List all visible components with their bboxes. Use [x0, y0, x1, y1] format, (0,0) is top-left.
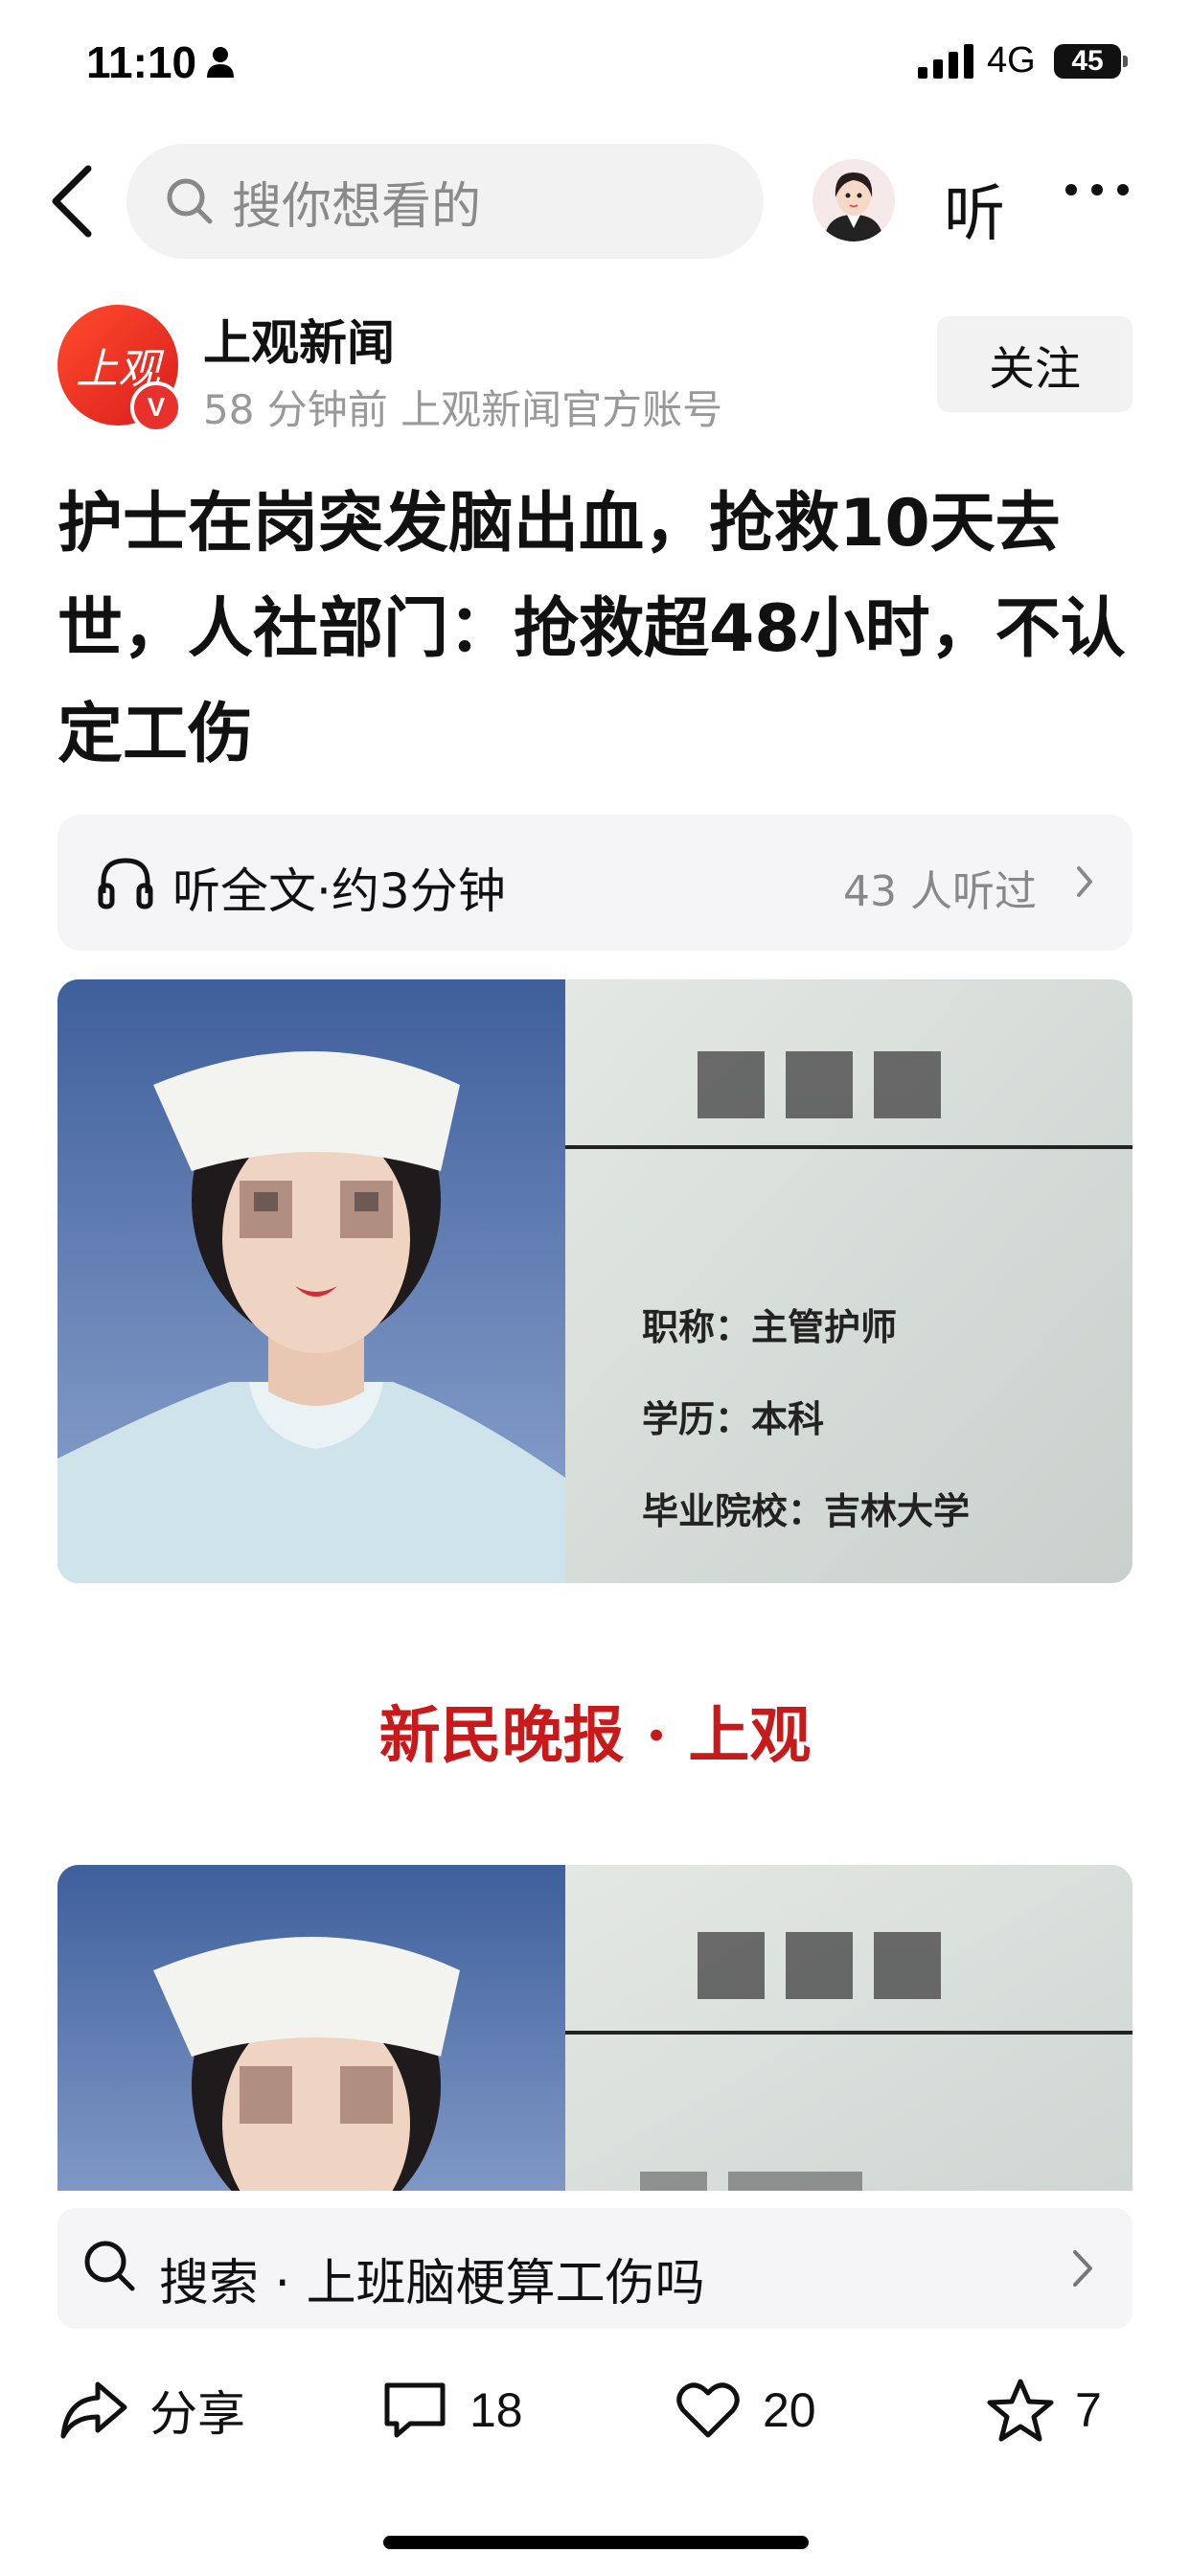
headphones-icon: [98, 858, 153, 909]
action-bar: 分享 18 20 7: [0, 2358, 1190, 2463]
network-type: 4G: [987, 40, 1036, 80]
article-title: 护士在岗突发脑出血，抢救10天去世，人社部门：抢救超48小时，不认定工伤: [57, 486, 1126, 772]
article-image[interactable]: 职称：主管护师 学历：本科 毕业院校：吉林大学: [57, 979, 1133, 1583]
article-image-2[interactable]: [57, 1865, 1133, 2191]
search-placeholder: 搜你想看的: [232, 177, 482, 236]
card-text: 职称：主管护师 学历：本科 毕业院校：吉林大学: [642, 1281, 970, 1557]
like-count: 20: [763, 2383, 816, 2437]
follow-button[interactable]: 关注: [937, 316, 1133, 412]
search-input[interactable]: 搜你想看的: [126, 144, 764, 259]
share-button[interactable]: 分享: [59, 2358, 245, 2463]
like-button[interactable]: 20: [675, 2358, 816, 2463]
chevron-right-icon: [1077, 866, 1092, 897]
image-watermark: 新民晚报 · 上观: [378, 1700, 812, 1772]
chevron-right-icon: [1073, 2250, 1092, 2287]
card-line-title: 职称：主管护师: [642, 1306, 898, 1348]
favorite-button[interactable]: 7: [987, 2358, 1102, 2463]
listen-full-text-bar[interactable]: 听全文·约3分钟 43 人听过: [57, 815, 1133, 951]
more-icon[interactable]: [1064, 182, 1131, 197]
battery-icon: 45: [1054, 44, 1128, 79]
person-icon: [207, 47, 234, 78]
heart-icon: [676, 2382, 740, 2438]
battery-level: 45: [1071, 45, 1104, 77]
home-indicator[interactable]: [383, 2536, 809, 2549]
card-line-education: 学历：本科: [642, 1398, 825, 1440]
listen-button[interactable]: 听: [944, 165, 1005, 253]
comment-button[interactable]: 18: [381, 2358, 523, 2463]
status-bar: 11:10 4G 45: [0, 0, 1190, 125]
signal-icon: [918, 44, 973, 79]
user-avatar[interactable]: [812, 159, 895, 242]
back-arrow-icon[interactable]: [48, 163, 96, 240]
status-time: 11:10: [86, 37, 197, 87]
card-line-school: 毕业院校：吉林大学: [642, 1490, 971, 1532]
listen-full-text-label: 听全文·约3分钟: [172, 863, 506, 919]
verified-badge: V: [130, 381, 182, 433]
favorite-count: 7: [1075, 2383, 1102, 2437]
related-search-text: 搜索 · 上班脑梗算工伤吗: [159, 2255, 705, 2312]
publisher-name[interactable]: 上观新闻: [203, 305, 395, 374]
star-icon: [987, 2379, 1054, 2442]
search-icon: [167, 178, 213, 224]
listen-count: 43 人听过: [843, 867, 1037, 916]
share-icon: [60, 2381, 127, 2439]
share-label: 分享: [149, 2386, 245, 2442]
search-icon: [84, 2241, 135, 2291]
card-heading-blurred: [698, 1051, 941, 1118]
comment-icon: [384, 2382, 446, 2438]
related-search-bar[interactable]: 搜索 · 上班脑梗算工伤吗: [57, 2208, 1133, 2329]
comment-count: 18: [469, 2383, 523, 2437]
publish-meta: 58 分钟前 上观新闻官方账号: [203, 386, 723, 433]
